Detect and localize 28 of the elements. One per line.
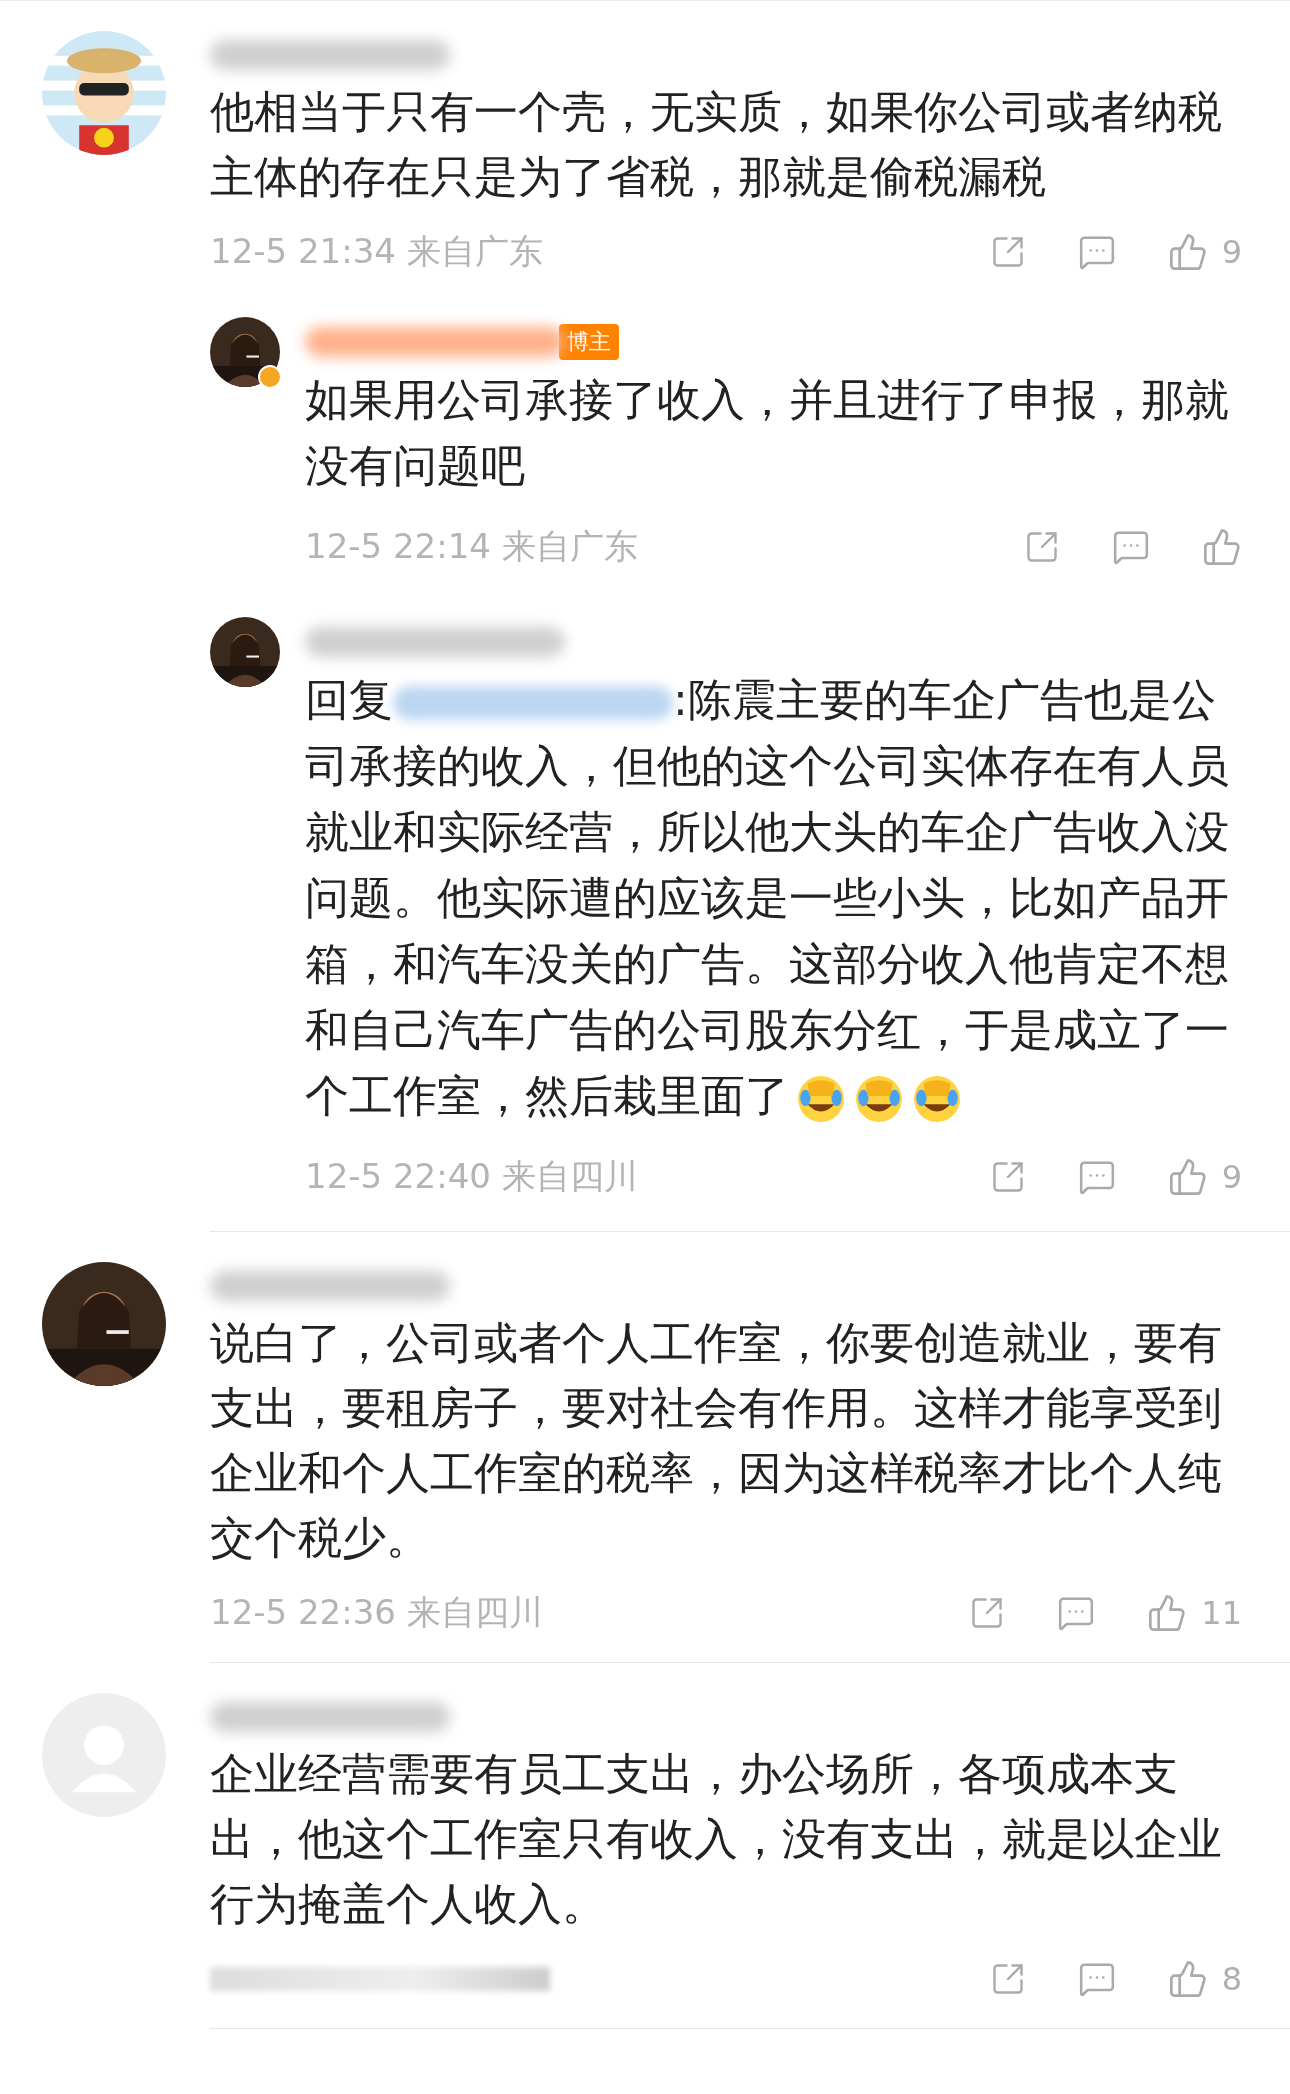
like-count: 9	[1221, 1158, 1242, 1196]
like-count: 11	[1201, 1594, 1242, 1632]
comment-icon[interactable]	[1112, 528, 1150, 566]
thumbs-up-icon[interactable]	[1202, 527, 1242, 567]
comment-text: 他相当于只有一个壳，无实质，如果你公司或者纳税主体的存在只是为了省税，那就是偷税漏税	[210, 85, 1223, 204]
comment-time: 12-5 21:34 来自广东	[210, 230, 543, 273]
thumbs-up-icon[interactable]	[1167, 232, 1208, 272]
comment-time: 12-5 22:14 来自广东	[305, 525, 638, 568]
comment-time: 12-5 22:40 来自四川	[305, 1155, 638, 1198]
comment-icon[interactable]	[1077, 1960, 1116, 1998]
comment-icon[interactable]	[1077, 1158, 1116, 1196]
comment-text: 说白了，公司或者个人工作室，你要创造就业，要有支出，要租房子，要对社会有作用。这样才能享受到企业和个人工作室的税率，因为这样税率才比个人纯交个税少。	[210, 1316, 1223, 1565]
thumbs-up-icon[interactable]	[1167, 1959, 1208, 1999]
like-count: 8	[1221, 1960, 1242, 1998]
comment-time: 12-5 22:36 来自四川	[210, 1591, 543, 1634]
thumbs-up-icon[interactable]	[1167, 1157, 1208, 1197]
laughing-emoji-icon	[911, 1073, 963, 1125]
laughing-emoji-icon	[795, 1073, 847, 1125]
like-count: 9	[1221, 233, 1242, 271]
share-icon[interactable]	[1024, 529, 1060, 565]
comment-text: 如果用公司承接了收入，并且进行了申报，那就没有问题吧	[305, 373, 1230, 493]
laughing-emoji-icon	[853, 1073, 905, 1125]
comment-icon[interactable]	[1057, 1594, 1096, 1632]
thumbs-up-icon[interactable]	[1147, 1593, 1188, 1633]
comment-icon[interactable]	[1077, 233, 1116, 271]
author-badge: 博主	[559, 324, 619, 360]
comment-text: 回复 :陈震主要的车企广告也是公司承接的收入，但他的这个公司实体存在有人员就业和实际经营，所以他大头的车企广告收入没问题。他实际遭的应该是一些小头，比如产品开箱，和汽车没关的广告。这部分收入他肯定不想和自己汽车广告的公司股东分红，于是成立了一个工作室，然后栽里面了	[305, 667, 1242, 1129]
comment-text: 企业经营需要有员工支出，办公场所，各项成本支出，他这个工作室只有收入，没有支出，就是以企业行为掩盖个人收入。	[210, 1747, 1223, 1931]
